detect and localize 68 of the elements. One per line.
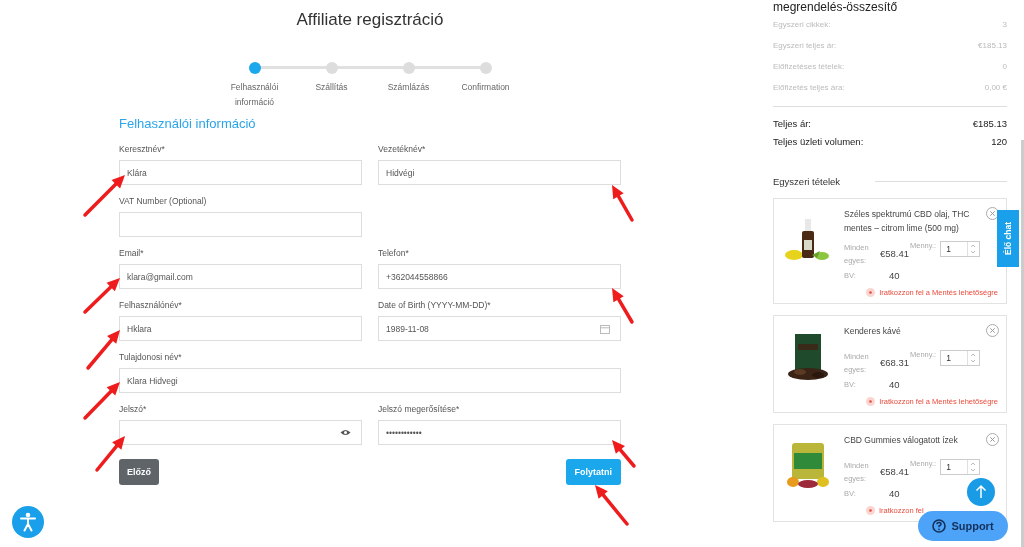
input-field[interactable] <box>119 420 362 445</box>
step-label[interactable]: Szállítás <box>301 80 362 95</box>
bv-value: 40 <box>889 379 900 390</box>
item-title: Széles spektrumú CBD olaj, THC mentes – citrom lime (500 mg) <box>844 208 971 235</box>
step-dot[interactable] <box>479 62 492 74</box>
annotation-arrow <box>612 288 634 324</box>
eye-icon[interactable] <box>340 429 351 436</box>
bv-value: 40 <box>889 270 900 281</box>
back-button[interactable]: Előző <box>119 459 159 485</box>
annotation-arrow <box>612 185 634 222</box>
calendar-icon[interactable] <box>600 323 610 334</box>
accessibility-icon[interactable] <box>12 506 44 538</box>
annotation-arrow <box>83 382 120 420</box>
scroll-top-icon[interactable] <box>967 478 995 506</box>
field-label: Vezetéknév* <box>378 144 427 155</box>
bv-value: 40 <box>889 488 900 499</box>
field-label: Felhasználónév* <box>119 300 183 311</box>
quantity-field[interactable]: 1 <box>940 350 981 366</box>
input-field[interactable]: Klara Hidvegi <box>119 368 621 393</box>
quantity-field[interactable]: 1 <box>940 459 981 475</box>
help-icon <box>932 519 947 533</box>
annotation-arrow <box>83 278 120 314</box>
step-label[interactable]: Felhasználói információ <box>224 80 285 110</box>
close-icon[interactable] <box>986 324 999 337</box>
close-icon[interactable] <box>986 207 999 220</box>
item-price: €58.41 <box>880 466 910 477</box>
step-dot[interactable] <box>402 62 415 74</box>
item-price: €58.41 <box>880 248 910 259</box>
summary-title: megrendelés-összesítő <box>773 0 899 14</box>
total-value: €185.13 <box>972 117 1007 131</box>
total-value: 120 <box>991 135 1007 149</box>
input-field[interactable]: 1989-11-08 <box>378 316 621 341</box>
field-label: Keresztnév* <box>119 144 166 155</box>
summary-label: Egyszeri cikkek: <box>773 19 831 31</box>
step-label[interactable]: Számlázás <box>378 80 439 95</box>
page-title: Affiliate regisztráció <box>295 10 445 31</box>
field-label: Jelszó megerősítése* <box>378 404 461 415</box>
item-title: Kenderes kávé <box>844 325 902 338</box>
annotation-arrow <box>95 436 125 472</box>
total-label: Teljes ár: <box>773 117 811 131</box>
close-icon[interactable] <box>986 433 999 446</box>
input-field[interactable]: +362044558866 <box>378 264 621 289</box>
input-field[interactable]: •••••••••••• <box>378 420 621 445</box>
input-field[interactable]: klara@gmail.com <box>119 264 362 289</box>
summary-label: Előfizetéses tételek: <box>773 61 845 73</box>
input-field[interactable]: Hidvégi <box>378 160 621 185</box>
field-label: Email* <box>119 248 145 259</box>
section-title: Felhasználói információ <box>119 116 257 131</box>
input-field[interactable]: Hklara <box>119 316 362 341</box>
input-field[interactable] <box>119 212 362 237</box>
field-label: VAT Number (Optional) <box>119 196 208 207</box>
annotation-arrow <box>595 485 629 526</box>
step-dot[interactable] <box>248 62 261 74</box>
field-label: Tulajdonosi név* <box>119 352 183 363</box>
item-price: €68.31 <box>880 357 910 368</box>
field-label: Telefon* <box>378 248 410 259</box>
field-label: Jelszó* <box>119 404 148 415</box>
input-field[interactable]: Klára <box>119 160 362 185</box>
item-title: CBD Gummies válogatott ízek <box>844 434 959 447</box>
annotation-arrow <box>612 440 636 468</box>
step-dot[interactable] <box>325 62 338 74</box>
summary-value: €185.13 <box>978 40 1007 52</box>
items-heading: Egyszeri tételek <box>773 176 841 187</box>
step-label[interactable]: Confirmation <box>455 80 516 95</box>
annotation-arrow <box>86 330 120 370</box>
field-label: Date of Birth (YYYY-MM-DD)* <box>378 300 492 311</box>
quantity-field[interactable]: 1 <box>940 241 981 257</box>
total-label: Teljes üzleti volumen: <box>773 135 864 149</box>
